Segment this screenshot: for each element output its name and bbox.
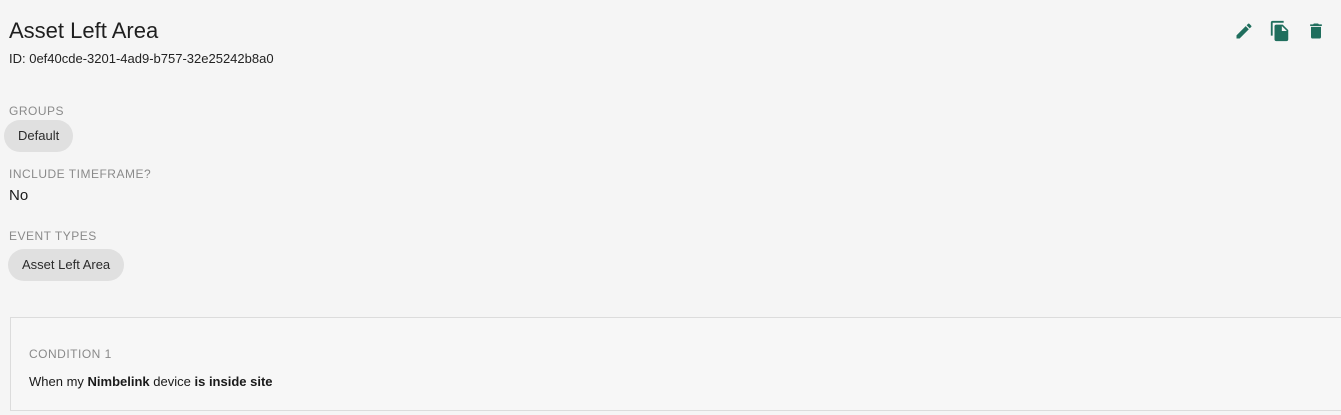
condition-prefix: When my xyxy=(29,374,84,389)
copy-icon xyxy=(1270,20,1289,42)
condition-device-name: Nimbelink xyxy=(87,374,150,389)
rule-id-text: ID: 0ef40cde-3201-4ad9-b757-32e25242b8a0 xyxy=(9,51,274,66)
rule-detail-page: Asset Left Area ID: 0ef40cde-3201-4ad9-b… xyxy=(0,0,1341,415)
group-chip-default[interactable]: Default xyxy=(4,120,74,152)
page-title: Asset Left Area xyxy=(9,18,159,43)
event-types-label: EVENT TYPES xyxy=(9,229,97,243)
copy-button[interactable] xyxy=(1267,18,1293,44)
include-timeframe-value: No xyxy=(9,187,29,204)
groups-label: GROUPS xyxy=(9,104,65,118)
condition-middle: device xyxy=(153,374,191,389)
pencil-icon xyxy=(1236,23,1252,39)
trash-icon xyxy=(1310,23,1322,39)
condition-card: CONDITION 1 When my Nimbelink device is … xyxy=(10,317,1341,411)
event-type-chip[interactable]: Asset Left Area xyxy=(8,249,125,281)
header-actions xyxy=(1231,18,1329,44)
condition-clause: is inside site xyxy=(194,374,273,389)
include-timeframe-label: INCLUDE TIMEFRAME? xyxy=(9,167,152,181)
condition-label: CONDITION 1 xyxy=(29,347,112,361)
edit-button[interactable] xyxy=(1231,18,1257,44)
delete-button[interactable] xyxy=(1303,18,1329,44)
condition-text: When my Nimbelink device is inside site xyxy=(29,374,273,390)
